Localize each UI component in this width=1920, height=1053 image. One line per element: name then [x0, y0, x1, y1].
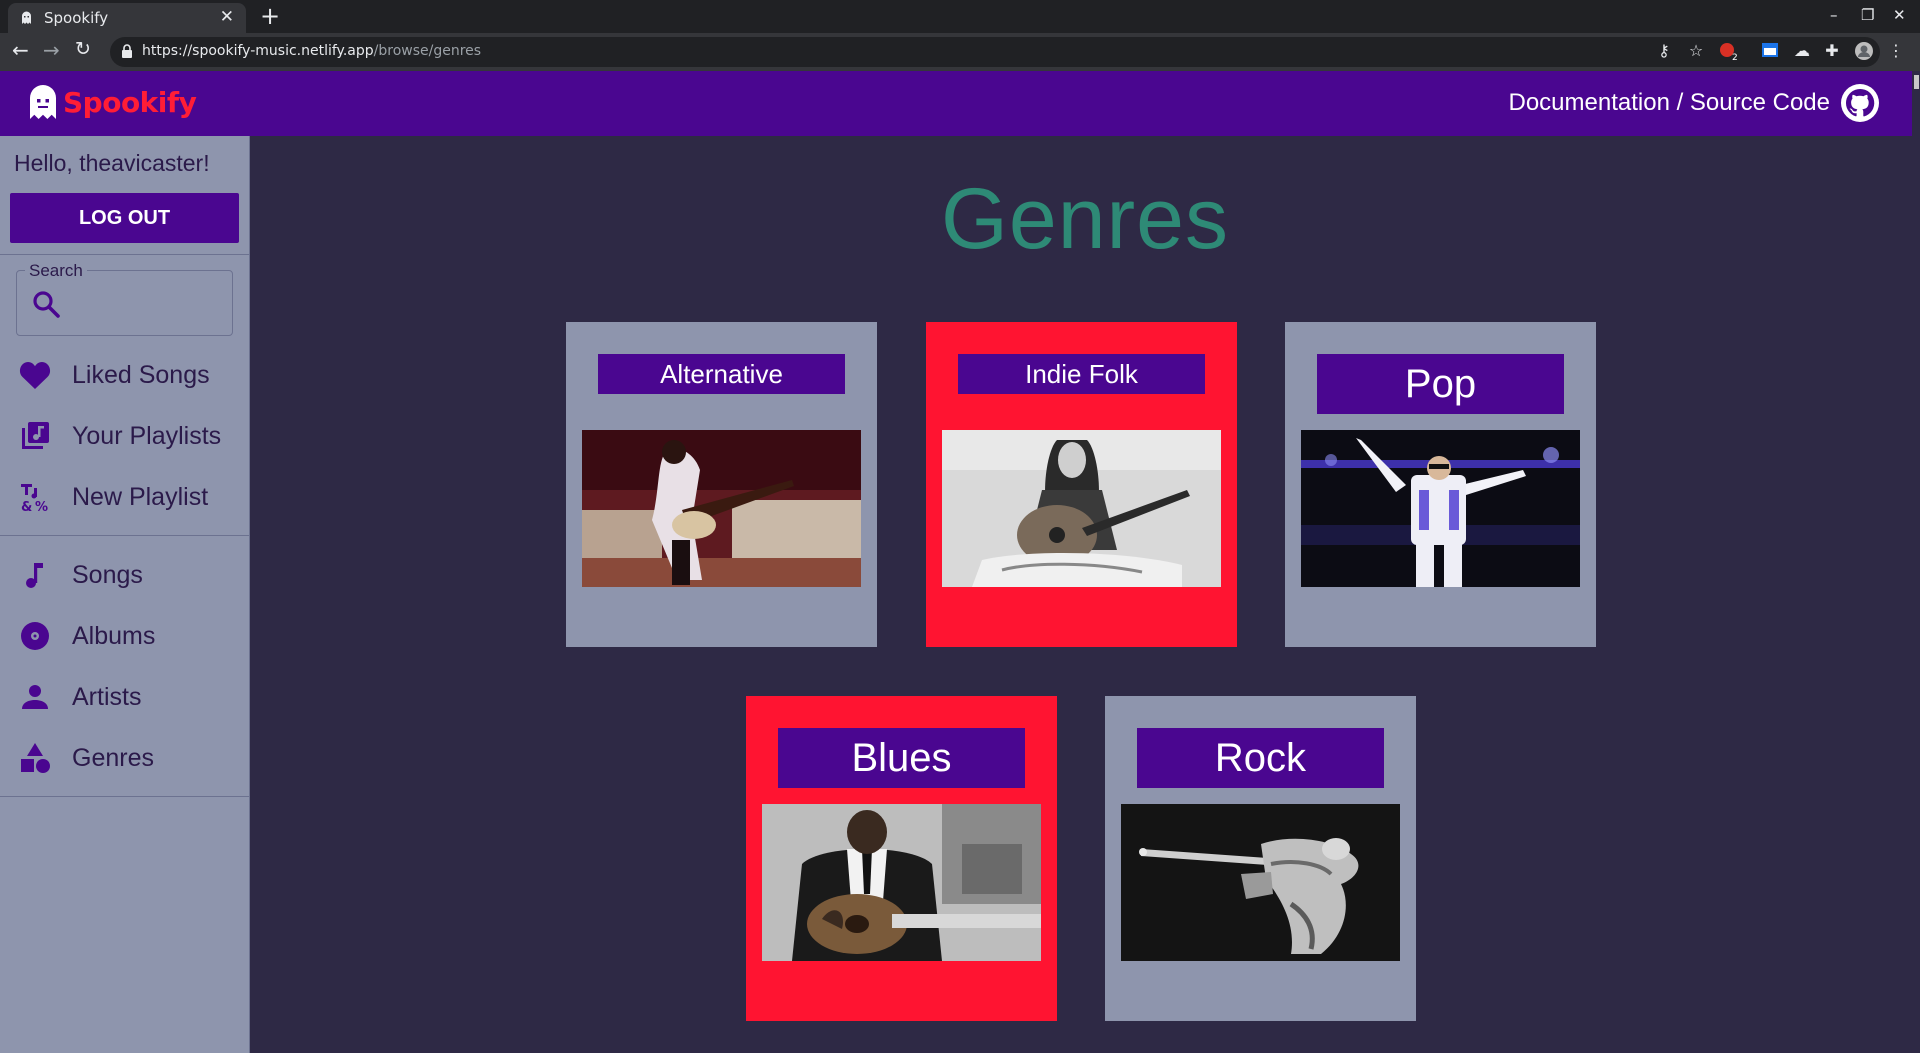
- page-scrollbar[interactable]: [1912, 71, 1920, 1053]
- puzzle-icon[interactable]: ✚: [1822, 41, 1842, 61]
- browser-tab[interactable]: Spookify ✕: [8, 3, 246, 33]
- sidebar-item-label: Albums: [72, 621, 156, 650]
- ghost-favicon-icon: [22, 11, 31, 24]
- new-playlist-icon: &%: [21, 484, 48, 514]
- sidebar-divider: [0, 535, 250, 536]
- back-icon[interactable]: ←: [12, 38, 29, 62]
- svg-text:%: %: [35, 500, 48, 514]
- sidebar-item-label: Artists: [72, 682, 142, 711]
- sidebar-item-label: Songs: [72, 560, 143, 589]
- genre-card-pop[interactable]: Pop: [1285, 322, 1596, 647]
- minimize-icon[interactable]: –: [1830, 6, 1838, 24]
- search-input[interactable]: [69, 289, 219, 319]
- app-header: Spookify Documentation / Source Code: [0, 71, 1920, 136]
- url-text: https://spookify-music.netlify.app/brows…: [142, 43, 481, 59]
- genre-card-label: Pop: [1317, 354, 1564, 414]
- url-host: https://spookify-music.netlify.app: [142, 43, 374, 59]
- search-field[interactable]: Search: [16, 261, 233, 336]
- greeting-text: Hello, theavicaster!: [14, 150, 210, 176]
- music-note-icon: [26, 563, 43, 588]
- address-bar[interactable]: https://spookify-music.netlify.app/brows…: [110, 37, 1880, 67]
- sidebar-divider: [0, 796, 250, 797]
- genre-image-pop: [1301, 430, 1580, 587]
- reload-icon[interactable]: ↻: [75, 38, 91, 60]
- lock-icon: [122, 44, 132, 58]
- genre-card-label: Indie Folk: [958, 354, 1205, 394]
- url-path: /browse/genres: [373, 43, 482, 59]
- browser-toolbar: ← → ↻ https://spookify-music.netlify.app…: [0, 33, 1920, 71]
- svg-text:&: &: [21, 500, 32, 514]
- sidebar-item-label: Liked Songs: [72, 360, 210, 389]
- sidebar-item-songs[interactable]: Songs: [0, 550, 250, 600]
- ghost-logo-icon: [30, 85, 56, 119]
- extension-badge-icon[interactable]: 2: [1718, 41, 1738, 63]
- cloud-extension-icon[interactable]: ☁: [1792, 41, 1812, 61]
- sidebar-item-albums[interactable]: Albums: [0, 611, 250, 661]
- search-icon: [33, 291, 60, 318]
- restore-icon[interactable]: ❐: [1861, 6, 1874, 24]
- logout-button[interactable]: LOG OUT: [10, 193, 239, 243]
- genre-card-label: Blues: [778, 728, 1025, 788]
- star-icon[interactable]: ☆: [1686, 41, 1706, 61]
- genre-card-label: Alternative: [598, 354, 845, 394]
- documentation-link[interactable]: Documentation / Source Code: [1508, 89, 1830, 117]
- github-icon[interactable]: [1840, 83, 1880, 123]
- brand-name: Spookify: [63, 85, 197, 119]
- key-icon[interactable]: ⚷: [1654, 41, 1674, 61]
- genre-card-rock[interactable]: Rock: [1105, 696, 1416, 1021]
- sidebar-item-label: Genres: [72, 743, 154, 772]
- page-title: Genres: [940, 171, 1230, 267]
- shapes-icon: [21, 743, 50, 773]
- tab-close-icon[interactable]: ✕: [220, 7, 234, 27]
- genre-card-indie-folk[interactable]: Indie Folk: [926, 322, 1237, 647]
- profile-avatar-icon[interactable]: [1854, 41, 1874, 61]
- genre-image-blues: [762, 804, 1041, 961]
- forward-icon[interactable]: →: [43, 38, 60, 62]
- genre-image-rock: [1121, 804, 1400, 961]
- person-icon: [22, 685, 48, 709]
- search-label: Search: [25, 261, 87, 281]
- sidebar-item-artists[interactable]: Artists: [0, 672, 250, 722]
- calendar-extension-icon[interactable]: [1760, 41, 1780, 61]
- genre-image-indie-folk: [942, 430, 1221, 587]
- scrollbar-thumb[interactable]: [1914, 75, 1919, 89]
- sidebar-item-label: Your Playlists: [72, 421, 222, 450]
- sidebar: Hello, theavicaster! LOG OUT Search Like…: [0, 136, 250, 1053]
- sidebar-item-liked-songs[interactable]: Liked Songs: [0, 350, 250, 400]
- album-icon: [21, 622, 49, 650]
- heart-icon: [19, 362, 51, 389]
- genre-image-alternative: [582, 430, 861, 587]
- browser-tab-bar: Spookify ✕ + – ❐ ✕: [0, 0, 1920, 33]
- sidebar-item-label: New Playlist: [72, 482, 209, 511]
- genre-card-label: Rock: [1137, 728, 1384, 788]
- sidebar-item-genres[interactable]: Genres: [0, 733, 250, 783]
- sidebar-divider: [0, 254, 250, 255]
- new-tab-button[interactable]: +: [260, 2, 280, 30]
- extension-badge-count: 2: [1732, 53, 1738, 61]
- tab-title: Spookify: [44, 9, 109, 27]
- brand-logo[interactable]: Spookify: [28, 85, 197, 119]
- sidebar-item-your-playlists[interactable]: Your Playlists: [0, 411, 250, 461]
- genre-card-blues[interactable]: Blues: [746, 696, 1057, 1021]
- genre-card-alternative[interactable]: Alternative: [566, 322, 877, 647]
- sidebar-item-new-playlist[interactable]: &% New Playlist: [0, 472, 250, 522]
- window-close-icon[interactable]: ✕: [1893, 6, 1906, 24]
- browser-menu-icon[interactable]: ⋮: [1886, 41, 1906, 61]
- playlist-icon: [22, 422, 49, 449]
